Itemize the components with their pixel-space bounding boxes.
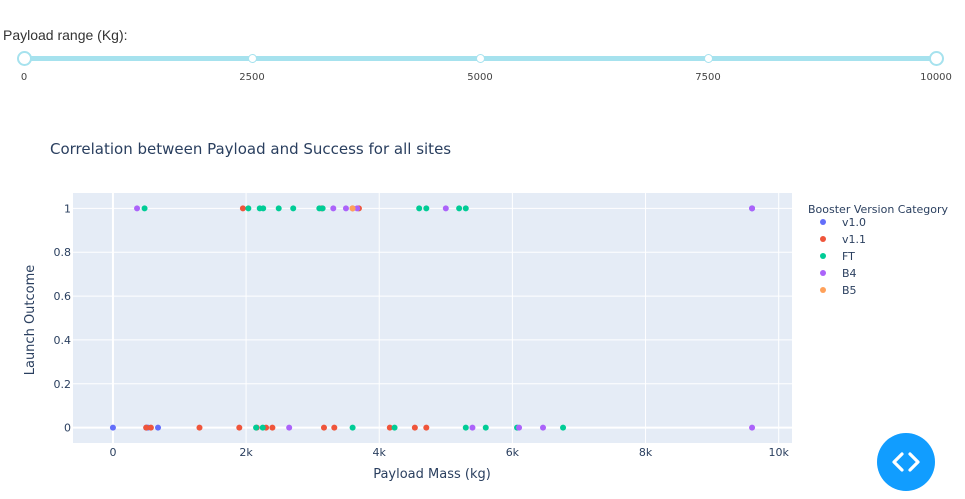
data-point-b4[interactable]	[469, 424, 476, 431]
legend-label: v1.0	[842, 216, 866, 229]
data-point-ft[interactable]	[456, 205, 463, 212]
data-point-v1-1[interactable]	[423, 424, 430, 431]
chart-title: Correlation between Payload and Success …	[50, 140, 451, 158]
x-tick-label: 2k	[239, 446, 253, 459]
data-point-ft[interactable]	[462, 424, 469, 431]
x-tick-label: 8k	[639, 446, 653, 459]
data-point-v1-1[interactable]	[411, 424, 418, 431]
data-point-ft[interactable]	[423, 205, 430, 212]
y-tick-label: 0.8	[54, 246, 72, 259]
legend-item-b4[interactable]: B4	[820, 267, 857, 280]
data-point-v1-1[interactable]	[236, 424, 243, 431]
data-point-b4[interactable]	[749, 205, 756, 212]
data-point-b4[interactable]	[749, 424, 756, 431]
y-tick-label: 0.6	[54, 290, 72, 303]
data-point-v1-1[interactable]	[239, 205, 246, 212]
legend-label: FT	[842, 250, 855, 263]
data-point-v1-1[interactable]	[196, 424, 203, 431]
x-tick-label: 10k	[768, 446, 789, 459]
data-point-ft[interactable]	[260, 205, 267, 212]
code-brackets-icon	[892, 452, 920, 472]
y-tick-label: 0	[64, 422, 71, 435]
data-point-b4[interactable]	[342, 205, 349, 212]
data-point-b5[interactable]	[349, 205, 356, 212]
dashboard-root: Payload range (Kg): 0 2500 5000 7500 100…	[0, 0, 965, 499]
legend-label: v1.1	[842, 233, 866, 246]
legend-label: B5	[842, 284, 857, 297]
data-point-ft[interactable]	[416, 205, 423, 212]
data-point-b4[interactable]	[134, 205, 141, 212]
data-point-v1-0[interactable]	[109, 424, 116, 431]
legend-title: Booster Version Category	[808, 203, 949, 216]
legend-marker	[820, 253, 826, 259]
legend-marker	[820, 236, 826, 242]
x-tick-label: 0	[109, 446, 116, 459]
data-point-v1-1[interactable]	[320, 424, 327, 431]
data-point-b4[interactable]	[540, 424, 547, 431]
y-tick-label: 1	[64, 202, 71, 215]
legend-item-b5[interactable]: B5	[820, 284, 857, 297]
x-tick-label: 4k	[373, 446, 387, 459]
data-point-v1-0[interactable]	[155, 424, 162, 431]
data-point-ft[interactable]	[391, 424, 398, 431]
plot-area	[73, 193, 792, 443]
data-point-v1-1[interactable]	[147, 424, 154, 431]
legend-label: B4	[842, 267, 857, 280]
data-point-b4[interactable]	[516, 424, 523, 431]
scatter-chart: Correlation between Payload and Success …	[23, 140, 949, 482]
toggle-code-button[interactable]	[877, 433, 935, 491]
legend-item-ft[interactable]: FT	[820, 250, 855, 263]
data-point-ft[interactable]	[482, 424, 489, 431]
data-point-b4[interactable]	[442, 205, 449, 212]
data-point-ft[interactable]	[349, 424, 356, 431]
data-point-ft[interactable]	[290, 205, 297, 212]
x-tick-label: 6k	[506, 446, 520, 459]
y-tick-label: 0.4	[54, 334, 72, 347]
data-point-ft[interactable]	[245, 205, 252, 212]
x-axis-label: Payload Mass (kg)	[373, 467, 491, 482]
data-point-ft[interactable]	[462, 205, 469, 212]
data-point-v1-1[interactable]	[331, 424, 338, 431]
data-point-ft[interactable]	[259, 424, 266, 431]
legend-item-v1-0[interactable]: v1.0	[820, 216, 866, 229]
data-point-ft[interactable]	[275, 205, 282, 212]
y-tick-label: 0.2	[54, 378, 72, 391]
legend-marker	[820, 287, 826, 293]
legend-marker	[820, 270, 826, 276]
y-axis-label: Launch Outcome	[23, 265, 38, 376]
data-point-ft[interactable]	[253, 424, 260, 431]
legend-marker	[820, 219, 826, 225]
data-point-v1-1[interactable]	[269, 424, 276, 431]
legend-item-v1-1[interactable]: v1.1	[820, 233, 866, 246]
data-point-ft[interactable]	[319, 205, 326, 212]
data-point-b4[interactable]	[330, 205, 337, 212]
data-point-ft[interactable]	[141, 205, 148, 212]
data-point-ft[interactable]	[560, 424, 567, 431]
legend: v1.0 v1.1 FT B4 B5	[820, 216, 866, 297]
data-point-b4[interactable]	[286, 424, 293, 431]
